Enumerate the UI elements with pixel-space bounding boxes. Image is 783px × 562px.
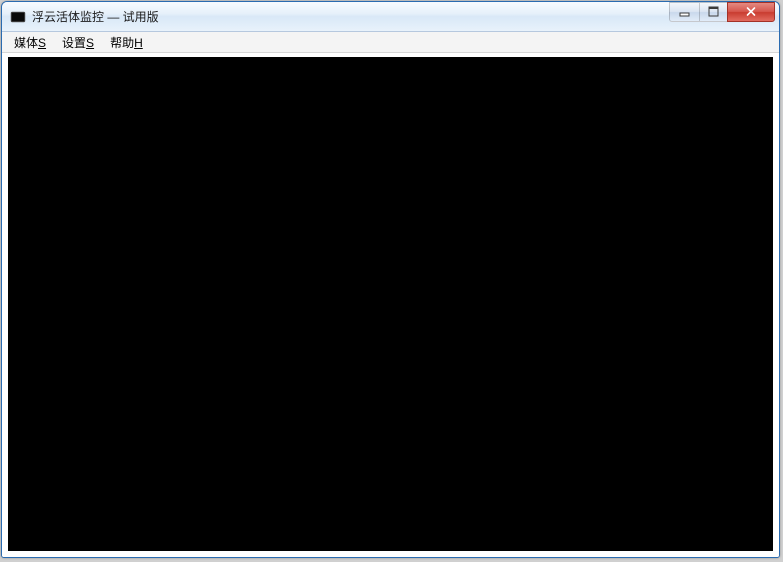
content-area [2,53,779,557]
menu-accelerator: S [38,36,46,50]
minimize-button[interactable] [669,2,699,22]
maximize-button[interactable] [699,2,727,22]
window-title: 浮云活体监控 — 试用版 [32,8,669,25]
titlebar[interactable]: 浮云活体监控 — 试用版 [2,2,779,32]
close-icon [745,6,757,17]
menu-label: 设置 [62,36,86,50]
maximize-icon [708,6,719,17]
menu-help[interactable]: 帮助H [102,32,151,53]
menu-accelerator: H [134,36,143,50]
menu-settings[interactable]: 设置S [54,32,102,53]
menu-label: 媒体 [14,36,38,50]
menu-label: 帮助 [110,36,134,50]
video-canvas [8,57,773,551]
menu-media[interactable]: 媒体S [6,32,54,53]
menubar: 媒体S 设置S 帮助H [2,32,779,53]
app-icon [10,9,26,25]
app-window: 浮云活体监控 — 试用版 媒体S [1,1,780,558]
window-controls [669,7,775,27]
close-button[interactable] [727,2,775,22]
menu-accelerator: S [86,36,94,50]
minimize-icon [679,6,690,17]
